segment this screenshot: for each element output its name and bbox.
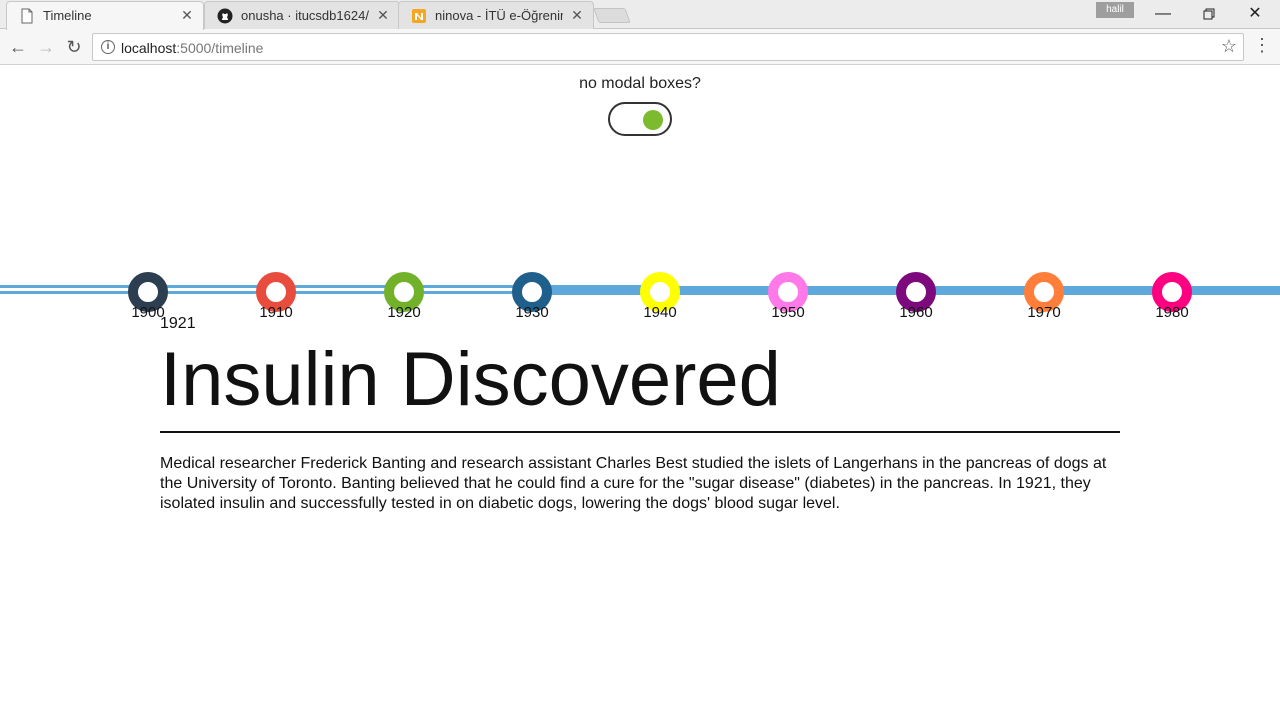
no-modal-toggle[interactable] (608, 102, 672, 136)
restore-icon[interactable] (1186, 0, 1232, 28)
new-tab-button[interactable] (593, 8, 631, 23)
event-title: Insulin Discovered (160, 337, 781, 422)
bookmark-star-icon[interactable]: ☆ (1221, 36, 1237, 57)
minimize-icon[interactable]: — (1140, 0, 1186, 28)
github-icon (217, 8, 233, 24)
timeline-label: 1960 (899, 304, 933, 321)
url-text[interactable]: localhost:5000/timeline (121, 40, 263, 56)
tab-title: ninova - İTÜ e-Öğrenim M (435, 8, 563, 23)
event-description: Medical researcher Frederick Banting and… (160, 455, 1107, 512)
timeline-label: 1920 (387, 304, 421, 321)
reload-icon[interactable]: ↻ (62, 35, 86, 59)
close-icon[interactable]: ✕ (375, 7, 391, 23)
divider (160, 431, 1120, 433)
window-close-icon[interactable]: ✕ (1232, 0, 1278, 28)
timeline-label: 1940 (643, 304, 677, 321)
forward-arrow-icon[interactable]: → (34, 35, 58, 59)
timeline-label: 1930 (515, 304, 549, 321)
info-icon[interactable]: i (101, 40, 115, 54)
browser-menu-icon[interactable]: ⋮ (1252, 35, 1272, 59)
close-icon[interactable]: ✕ (179, 7, 195, 23)
tab-title: Timeline (43, 8, 92, 23)
tab-timeline[interactable]: Timeline ✕ (6, 1, 204, 30)
toggle-knob[interactable] (643, 110, 663, 130)
tab-title: onusha · itucsdb1624/itu (241, 8, 369, 23)
tab-ninova[interactable]: ninova - İTÜ e-Öğrenim M ✕ (398, 1, 594, 29)
event-year: 1921 (160, 315, 196, 332)
tab-github[interactable]: onusha · itucsdb1624/itu ✕ (204, 1, 400, 29)
profile-badge[interactable]: halil (1096, 2, 1134, 18)
timeline-label: 1980 (1155, 304, 1189, 321)
timeline-label: 1910 (259, 304, 293, 321)
browser-tabstrip: Timeline ✕ onusha · itucsdb1624/itu ✕ ni… (0, 0, 1280, 30)
back-arrow-icon[interactable]: ← (6, 35, 30, 59)
toggle-label: no modal boxes? (579, 75, 701, 92)
close-icon[interactable]: ✕ (569, 7, 585, 23)
browser-toolbar: ← → ↻ i localhost:5000/timeline ☆ ⋮ (0, 29, 1280, 65)
page-icon (19, 8, 35, 24)
ninova-icon (411, 8, 427, 24)
address-bar[interactable]: i localhost:5000/timeline ☆ (92, 33, 1244, 61)
timeline-label: 1950 (771, 304, 805, 321)
timeline-label: 1970 (1027, 304, 1061, 321)
page-content: no modal boxes? 1900 1910 1920 1930 1940 1950… (0, 66, 1280, 711)
